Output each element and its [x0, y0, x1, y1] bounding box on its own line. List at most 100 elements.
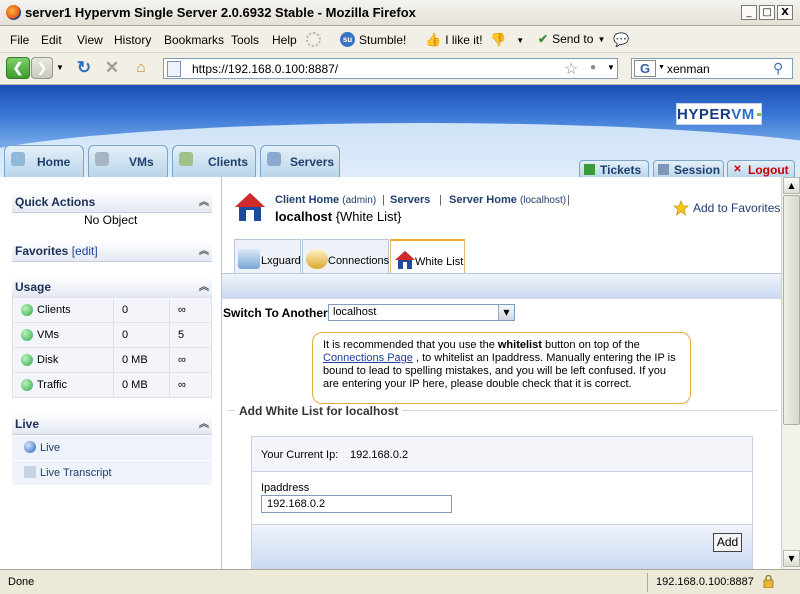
- add-to-favorites[interactable]: Add to Favorites: [673, 200, 780, 216]
- tab-home[interactable]: Home: [4, 145, 84, 177]
- status-text: Done: [8, 576, 35, 588]
- send-to-button[interactable]: ✔ Send to ▼: [538, 32, 605, 46]
- menu-help[interactable]: Help: [272, 33, 297, 47]
- home-button[interactable]: ⌂: [131, 57, 151, 79]
- dislike-button[interactable]: 👎 ▼: [490, 32, 524, 48]
- menu-edit[interactable]: Edit: [41, 33, 62, 47]
- status-bar: Done 192.168.0.100:8887: [0, 569, 800, 594]
- chevron-down-icon: ▼: [56, 63, 64, 72]
- usage-label: VMs: [37, 328, 59, 341]
- search-input[interactable]: xenman: [667, 62, 710, 76]
- minimize-button[interactable]: _: [741, 5, 757, 20]
- tab-servers[interactable]: Servers: [260, 145, 340, 177]
- breadcrumb-servers[interactable]: Servers: [390, 194, 430, 206]
- current-ip-value: 192.168.0.2: [350, 449, 409, 461]
- collapse-icon[interactable]: ︽: [199, 415, 209, 430]
- collapse-icon[interactable]: ︽: [199, 278, 209, 293]
- status-host: 192.168.0.100:8887: [647, 573, 777, 592]
- search-icon[interactable]: ⚲: [773, 60, 783, 77]
- chevron-down-icon[interactable]: ▼: [607, 63, 615, 72]
- tab-vms-label: VMs: [129, 155, 154, 169]
- scroll-down-icon[interactable]: ▼: [783, 550, 800, 567]
- menu-history[interactable]: History: [114, 33, 151, 47]
- logout-label: Logout: [748, 163, 789, 177]
- breadcrumb-separator: |: [382, 194, 385, 206]
- usage-used: 0: [113, 322, 170, 348]
- tab-clients-label: Clients: [208, 155, 249, 169]
- reload-button[interactable]: ↻: [74, 57, 94, 79]
- switch-server-select[interactable]: localhost ▼: [328, 304, 515, 321]
- lock-icon[interactable]: [763, 575, 774, 588]
- logout-button[interactable]: ✕ Logout: [727, 160, 795, 178]
- quick-actions-header[interactable]: Quick Actions ︽: [12, 191, 212, 213]
- search-box[interactable]: G ▼ xenman ⚲: [631, 58, 793, 79]
- stop-button[interactable]: ✕: [102, 57, 122, 79]
- live-link[interactable]: Live: [12, 436, 212, 460]
- usage-header[interactable]: Usage ︽: [12, 276, 212, 298]
- add-button[interactable]: Add: [713, 533, 742, 552]
- subtab-connections-label: Connections: [328, 255, 390, 267]
- gears-icon: [11, 152, 25, 166]
- tab-vms[interactable]: VMs: [88, 145, 168, 177]
- logo-text-vm: VM: [731, 105, 755, 123]
- ipaddress-input[interactable]: 192.168.0.2: [261, 495, 452, 513]
- usage-limit: 5: [169, 322, 212, 348]
- usage-limit: ∞: [169, 297, 212, 323]
- server-home-label: Server Home: [449, 194, 517, 206]
- speech-bubble-icon: 💬: [613, 32, 630, 47]
- page-icon: [167, 61, 181, 77]
- star-icon: [673, 200, 689, 216]
- breadcrumb-separator: |: [439, 194, 442, 206]
- google-icon[interactable]: G: [634, 60, 656, 77]
- stumble-button[interactable]: su Stumble!: [340, 32, 406, 47]
- tab-session[interactable]: Session: [653, 160, 724, 178]
- forward-button[interactable]: ❯: [31, 57, 53, 79]
- scrollbar-thumb[interactable]: [783, 195, 800, 425]
- status-ball-icon: [21, 354, 33, 367]
- subtab-white-list-label: White List: [415, 256, 464, 268]
- usage-label-cell: Clients: [12, 297, 114, 323]
- current-ip-label: Your Current Ip:: [261, 449, 339, 461]
- live-header[interactable]: Live ︽: [12, 413, 212, 435]
- favorites-header[interactable]: Favorites [edit] ︽: [12, 240, 212, 262]
- subtab-lxguard[interactable]: Lxguard: [234, 239, 301, 274]
- subtab-white-list[interactable]: White List: [390, 239, 465, 274]
- subtab-connections[interactable]: Connections: [302, 239, 389, 274]
- breadcrumb-server-home[interactable]: Server Home (localhost): [449, 194, 566, 206]
- live-title: Live: [15, 417, 40, 431]
- breadcrumb-client-home[interactable]: Client Home (admin): [275, 194, 376, 206]
- stumble-label: Stumble!: [359, 32, 407, 47]
- back-button[interactable]: ❮: [6, 57, 30, 79]
- tab-clients[interactable]: Clients: [172, 145, 256, 177]
- menu-tools[interactable]: Tools: [231, 33, 259, 47]
- usage-label: Clients: [37, 303, 71, 316]
- history-dropdown[interactable]: ▼: [55, 57, 65, 79]
- url-text: https://192.168.0.100:8887/: [192, 62, 339, 76]
- maximize-button[interactable]: □: [759, 5, 775, 20]
- client-home-sub: (admin): [342, 195, 377, 206]
- url-bar[interactable]: https://192.168.0.100:8887/ ☆ ● ▼: [163, 58, 618, 79]
- live-transcript-link[interactable]: Live Transcript: [12, 461, 212, 485]
- subtab-strip: [222, 273, 781, 299]
- usage-label: Disk: [37, 353, 59, 366]
- collapse-icon[interactable]: ︽: [199, 193, 209, 208]
- collapse-icon[interactable]: ︽: [199, 242, 209, 257]
- menu-bookmarks[interactable]: Bookmarks: [164, 33, 224, 47]
- close-button[interactable]: X: [777, 5, 793, 20]
- throbber-icon: [306, 32, 321, 47]
- bookmark-star-icon[interactable]: ☆: [564, 59, 578, 79]
- quick-actions-title: Quick Actions: [15, 195, 96, 209]
- live-transcript-label: Live Transcript: [40, 467, 112, 479]
- tab-tickets[interactable]: Tickets: [579, 160, 649, 178]
- comment-button[interactable]: 💬: [613, 32, 629, 48]
- scroll-up-icon[interactable]: ▲: [783, 177, 800, 194]
- vertical-scrollbar[interactable]: ▲ ▼: [781, 177, 800, 569]
- favorites-edit-link[interactable]: [edit]: [72, 244, 98, 258]
- sidebar: Quick Actions ︽ No Object Favorites [edi…: [0, 177, 222, 569]
- like-button[interactable]: 👍 I like it!: [425, 32, 483, 48]
- menu-file[interactable]: File: [10, 33, 29, 47]
- connections-page-link[interactable]: Connections Page: [323, 352, 413, 364]
- switch-select-value: localhost: [333, 306, 377, 318]
- like-label: I like it!: [445, 33, 483, 47]
- menu-view[interactable]: View: [77, 33, 103, 47]
